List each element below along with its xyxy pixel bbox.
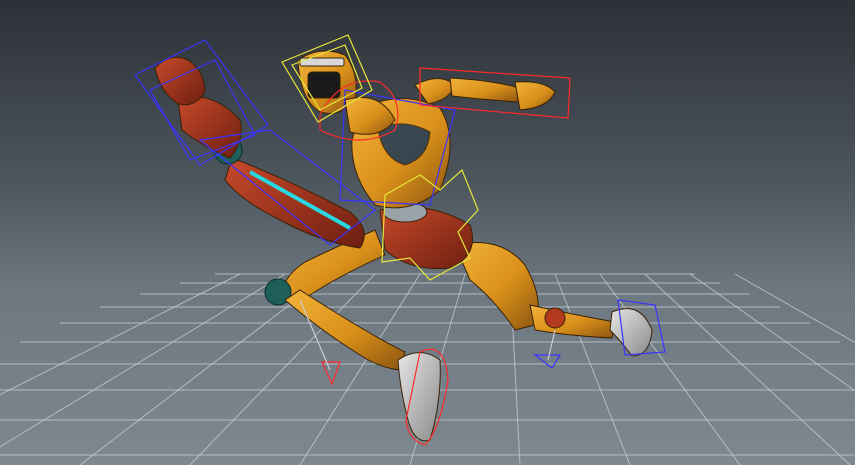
- right-forearm[interactable]: [449, 77, 521, 103]
- 3d-viewport[interactable]: [0, 0, 855, 465]
- right-upper-arm[interactable]: [414, 78, 456, 105]
- right-knee-joint[interactable]: [544, 307, 566, 329]
- left-shin[interactable]: [284, 289, 406, 371]
- left-foot[interactable]: [397, 352, 441, 442]
- robot-character[interactable]: [154, 50, 653, 442]
- viewport-scene[interactable]: [0, 0, 855, 465]
- left-hand[interactable]: [154, 56, 206, 106]
- right-foot[interactable]: [609, 308, 653, 357]
- left-forearm[interactable]: [177, 96, 242, 159]
- ik-pole-control[interactable]: [321, 361, 341, 386]
- right-shin[interactable]: [529, 304, 616, 339]
- fk-ankle-control[interactable]: [533, 354, 562, 369]
- right-hand[interactable]: [514, 81, 556, 111]
